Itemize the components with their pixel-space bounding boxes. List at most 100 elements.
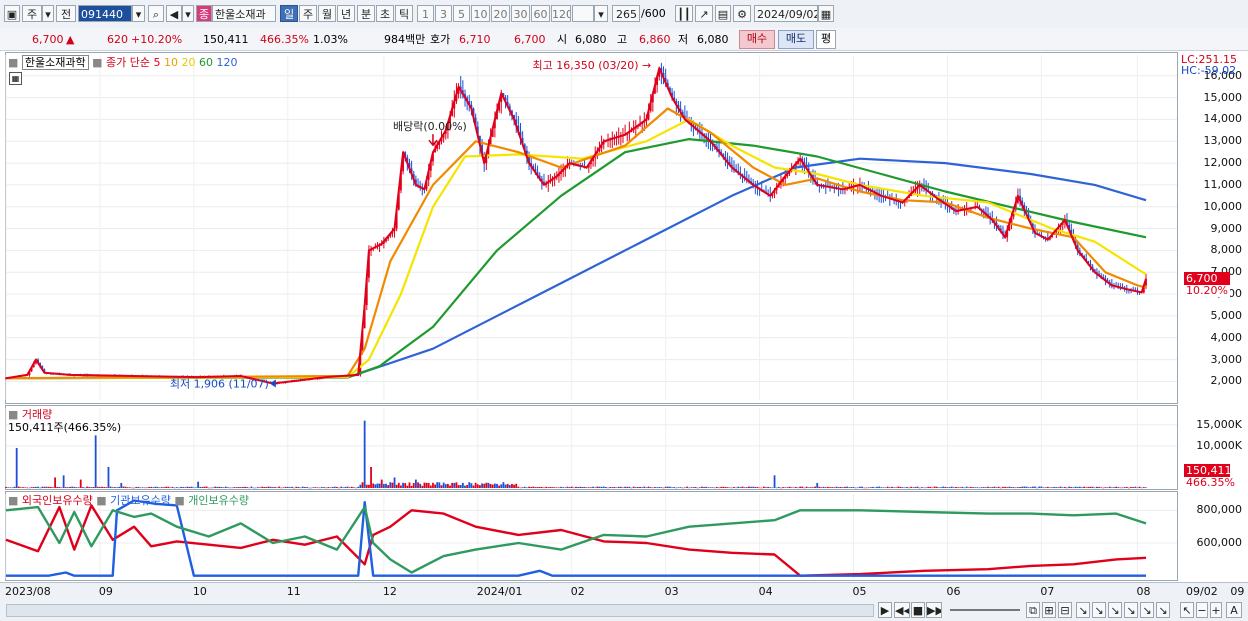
volume-bar <box>562 487 565 488</box>
trend-icon-2[interactable]: ↘ <box>1092 602 1106 618</box>
volume-bar <box>107 466 110 488</box>
legend-ma5[interactable]: 5 <box>154 56 161 69</box>
volume-bar <box>762 486 765 488</box>
volume-bar <box>408 482 411 488</box>
volume-bar <box>1010 487 1013 488</box>
volume-bar <box>782 487 784 488</box>
font-size-icon[interactable]: A <box>1226 602 1242 618</box>
volume-bar <box>893 487 895 488</box>
volume-bar <box>976 487 979 488</box>
volume-bar <box>120 482 123 488</box>
rewind-icon[interactable]: ◀◀ <box>894 602 910 618</box>
legend-stock-name[interactable]: 한울소재과학 <box>21 55 89 70</box>
trend-icon-1[interactable]: ↘ <box>1076 602 1090 618</box>
chart-canvas[interactable]: 최고 16,350 (03/20) → 최저 1,906 (11/07) 배당락(0… <box>0 0 1248 621</box>
volume-bar <box>9 487 12 489</box>
split-icon[interactable]: ⊟ <box>1058 602 1072 618</box>
volume-bar <box>1061 487 1064 488</box>
volume-bar <box>820 487 823 488</box>
volume-bar <box>756 487 759 488</box>
trend-icon-5[interactable]: ↘ <box>1140 602 1154 618</box>
volume-bar <box>265 486 268 488</box>
volume-bar <box>303 486 306 488</box>
zoom-out-icon[interactable]: − <box>1196 602 1208 618</box>
volume-bar <box>438 482 441 488</box>
volume-bar <box>978 487 981 489</box>
volume-bar <box>335 486 338 488</box>
volume-bar <box>410 485 413 488</box>
volume-bar <box>244 486 247 488</box>
trend-icon-3[interactable]: ↘ <box>1108 602 1122 618</box>
legend-ma20[interactable]: 20 <box>182 56 196 69</box>
volume-bar <box>940 487 942 488</box>
volume-bar <box>711 487 714 488</box>
volume-bar <box>1091 486 1094 488</box>
volume-bar <box>564 487 567 488</box>
volume-bar <box>679 487 682 488</box>
volume-bar <box>69 486 71 488</box>
volume-bar <box>464 485 466 488</box>
layout-icon[interactable]: ⊞ <box>1042 602 1056 618</box>
volume-bar <box>799 486 802 488</box>
volume-bar <box>395 484 398 488</box>
volume-bar <box>436 482 439 488</box>
volume-bar <box>299 487 302 489</box>
volume-bar <box>203 486 206 488</box>
volume-bar <box>461 482 464 488</box>
zoom-in-icon[interactable]: + <box>1210 602 1222 618</box>
trend-icon-6[interactable]: ↘ <box>1156 602 1170 618</box>
volume-bar <box>197 481 200 488</box>
bottom-bar: ▶ ◀◀ ■ ▶▶ ⧉ ⊞ ⊟ ↘ ↘ ↘ ↘ ↘ ↘ ↖ − + A <box>0 600 1248 621</box>
volume-bar <box>344 486 347 488</box>
volume-bar <box>690 487 693 488</box>
legend-inst[interactable]: 기관보유수량 <box>110 494 171 507</box>
trend-icon-4[interactable]: ↘ <box>1124 602 1138 618</box>
volume-bar <box>137 486 140 488</box>
volume-bar <box>447 483 449 488</box>
volume-bar <box>207 487 210 489</box>
legend-ma120[interactable]: 120 <box>217 56 238 69</box>
volume-bar <box>743 487 746 488</box>
volume-bar <box>517 486 520 488</box>
volume-bar <box>37 486 39 488</box>
dividend-arrow-icon <box>428 134 438 147</box>
horizontal-scrollbar[interactable] <box>6 604 874 617</box>
legend-indiv[interactable]: 개인보유수량 <box>188 494 249 507</box>
zoom-slider[interactable] <box>950 609 1020 611</box>
volume-bar <box>1057 487 1060 488</box>
stop-icon[interactable]: ■ <box>911 602 925 618</box>
copy-icon[interactable]: ⧉ <box>1026 602 1040 618</box>
volume-bar <box>481 483 483 488</box>
legend-ma10[interactable]: 10 <box>164 56 178 69</box>
volume-bar <box>99 486 101 488</box>
institution-holding-line <box>6 499 1146 577</box>
forward-icon[interactable]: ▶▶ <box>926 602 942 618</box>
legend-ma-label[interactable]: 종가 단순 <box>106 56 150 69</box>
volume-bar <box>263 487 266 488</box>
volume-bar <box>720 486 723 488</box>
scroll-right-icon[interactable]: ▶ <box>878 602 892 618</box>
volume-bar <box>1025 486 1028 488</box>
volume-bar <box>831 487 834 488</box>
volume-bar <box>784 487 787 488</box>
pointer-icon[interactable]: ↖ <box>1180 602 1194 618</box>
volume-bar <box>1036 487 1039 489</box>
legend-foreign[interactable]: 외국인보유수량 <box>22 494 93 507</box>
volume-bar <box>769 487 772 488</box>
volume-bar <box>378 483 381 488</box>
volume-bar <box>886 486 889 488</box>
volume-bar <box>496 483 498 488</box>
volume-bar <box>402 482 404 488</box>
volume-bar <box>581 486 584 488</box>
volume-bar <box>863 487 866 489</box>
grid-toggle-icon[interactable]: ▦ <box>9 72 22 85</box>
volume-bar <box>1031 486 1034 488</box>
volume-bar <box>613 486 616 488</box>
volume-bar <box>656 487 659 488</box>
volume-bar <box>350 486 353 488</box>
volume-bar <box>822 486 825 488</box>
volume-bar <box>314 487 317 488</box>
volume-bar <box>957 487 960 488</box>
legend-ma60[interactable]: 60 <box>199 56 213 69</box>
volume-bar <box>54 477 57 488</box>
